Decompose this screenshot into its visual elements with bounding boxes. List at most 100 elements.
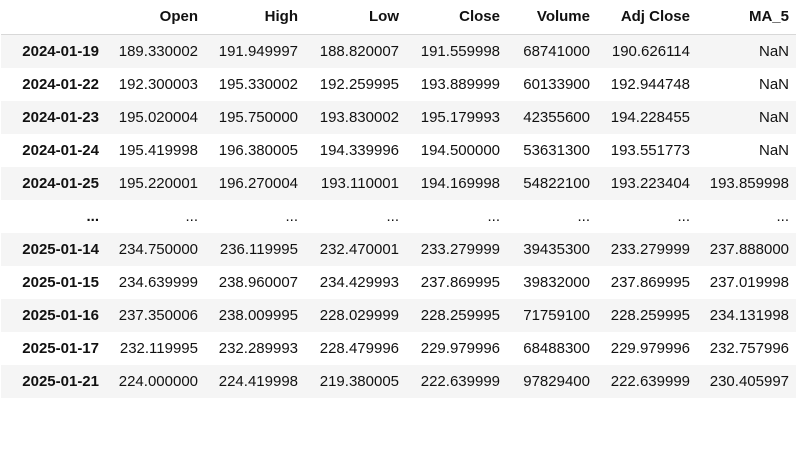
column-header-volume: Volume <box>507 0 597 35</box>
volume-cell: 39435300 <box>507 233 597 266</box>
table-row: 2025-01-17 232.119995 232.289993 228.479… <box>1 332 796 365</box>
open-cell: 224.000000 <box>105 365 205 398</box>
low-cell: 228.029999 <box>305 299 406 332</box>
ma-5-cell: 234.131998 <box>697 299 796 332</box>
ma-5-cell: 232.757996 <box>697 332 796 365</box>
row-index: 2024-01-24 <box>1 134 105 167</box>
row-index: 2024-01-19 <box>1 34 105 68</box>
adj-close-cell: 237.869995 <box>597 266 697 299</box>
row-index: 2024-01-22 <box>1 68 105 101</box>
low-cell: 234.429993 <box>305 266 406 299</box>
volume-cell: 53631300 <box>507 134 597 167</box>
low-cell: ... <box>305 200 406 233</box>
ma-5-cell: 237.019998 <box>697 266 796 299</box>
low-cell: 192.259995 <box>305 68 406 101</box>
low-cell: 228.479996 <box>305 332 406 365</box>
column-header-adj-close: Adj Close <box>597 0 697 35</box>
row-index: 2025-01-16 <box>1 299 105 332</box>
open-cell: 234.750000 <box>105 233 205 266</box>
close-cell: 222.639999 <box>406 365 507 398</box>
low-cell: 232.470001 <box>305 233 406 266</box>
high-cell: 196.270004 <box>205 167 305 200</box>
index-header <box>1 0 105 35</box>
ma-5-cell: NaN <box>697 134 796 167</box>
open-cell: 195.419998 <box>105 134 205 167</box>
adj-close-cell: 229.979996 <box>597 332 697 365</box>
adj-close-cell: ... <box>597 200 697 233</box>
volume-cell: 54822100 <box>507 167 597 200</box>
ma-5-cell: 193.859998 <box>697 167 796 200</box>
high-cell: 236.119995 <box>205 233 305 266</box>
table-row: 2025-01-16 237.350006 238.009995 228.029… <box>1 299 796 332</box>
column-header-open: Open <box>105 0 205 35</box>
adj-close-cell: 192.944748 <box>597 68 697 101</box>
ma-5-cell: 230.405997 <box>697 365 796 398</box>
ma-5-cell: 237.888000 <box>697 233 796 266</box>
table-row: 2025-01-21 224.000000 224.419998 219.380… <box>1 365 796 398</box>
row-index: 2025-01-17 <box>1 332 105 365</box>
table-row: 2024-01-22 192.300003 195.330002 192.259… <box>1 68 796 101</box>
column-header-low: Low <box>305 0 406 35</box>
open-cell: 237.350006 <box>105 299 205 332</box>
column-header-close: Close <box>406 0 507 35</box>
close-cell: ... <box>406 200 507 233</box>
low-cell: 193.830002 <box>305 101 406 134</box>
table-header: Open High Low Close Volume Adj Close MA_… <box>1 0 796 35</box>
high-cell: 238.009995 <box>205 299 305 332</box>
table-row: 2024-01-23 195.020004 195.750000 193.830… <box>1 101 796 134</box>
close-cell: 229.979996 <box>406 332 507 365</box>
column-header-ma-5: MA_5 <box>697 0 796 35</box>
volume-cell: 60133900 <box>507 68 597 101</box>
ellipsis-row: ... ... ... ... ... ... ... ... <box>1 200 796 233</box>
dataframe-table: Open High Low Close Volume Adj Close MA_… <box>1 0 796 398</box>
close-cell: 194.169998 <box>406 167 507 200</box>
close-cell: 228.259995 <box>406 299 507 332</box>
open-cell: 192.300003 <box>105 68 205 101</box>
header-row: Open High Low Close Volume Adj Close MA_… <box>1 0 796 35</box>
volume-cell: 71759100 <box>507 299 597 332</box>
row-index: ... <box>1 200 105 233</box>
low-cell: 193.110001 <box>305 167 406 200</box>
adj-close-cell: 193.551773 <box>597 134 697 167</box>
table-row: 2025-01-15 234.639999 238.960007 234.429… <box>1 266 796 299</box>
low-cell: 219.380005 <box>305 365 406 398</box>
close-cell: 233.279999 <box>406 233 507 266</box>
high-cell: 196.380005 <box>205 134 305 167</box>
dataframe-output: Open High Low Close Volume Adj Close MA_… <box>0 0 804 463</box>
volume-cell: 42355600 <box>507 101 597 134</box>
row-index: 2025-01-21 <box>1 365 105 398</box>
table-row: 2024-01-24 195.419998 196.380005 194.339… <box>1 134 796 167</box>
volume-cell: 68488300 <box>507 332 597 365</box>
close-cell: 193.889999 <box>406 68 507 101</box>
close-cell: 237.869995 <box>406 266 507 299</box>
close-cell: 194.500000 <box>406 134 507 167</box>
low-cell: 194.339996 <box>305 134 406 167</box>
ma-5-cell: ... <box>697 200 796 233</box>
low-cell: 188.820007 <box>305 34 406 68</box>
adj-close-cell: 228.259995 <box>597 299 697 332</box>
table-body: 2024-01-19 189.330002 191.949997 188.820… <box>1 34 796 398</box>
high-cell: 224.419998 <box>205 365 305 398</box>
ma-5-cell: NaN <box>697 101 796 134</box>
high-cell: 195.330002 <box>205 68 305 101</box>
high-cell: 191.949997 <box>205 34 305 68</box>
close-cell: 191.559998 <box>406 34 507 68</box>
adj-close-cell: 194.228455 <box>597 101 697 134</box>
open-cell: 189.330002 <box>105 34 205 68</box>
high-cell: 195.750000 <box>205 101 305 134</box>
ma-5-cell: NaN <box>697 68 796 101</box>
table-row: 2025-01-14 234.750000 236.119995 232.470… <box>1 233 796 266</box>
volume-cell: 39832000 <box>507 266 597 299</box>
column-header-high: High <box>205 0 305 35</box>
adj-close-cell: 190.626114 <box>597 34 697 68</box>
high-cell: 232.289993 <box>205 332 305 365</box>
open-cell: 195.220001 <box>105 167 205 200</box>
volume-cell: 68741000 <box>507 34 597 68</box>
row-index: 2024-01-25 <box>1 167 105 200</box>
volume-cell: ... <box>507 200 597 233</box>
row-index: 2025-01-15 <box>1 266 105 299</box>
open-cell: ... <box>105 200 205 233</box>
high-cell: ... <box>205 200 305 233</box>
close-cell: 195.179993 <box>406 101 507 134</box>
row-index: 2025-01-14 <box>1 233 105 266</box>
